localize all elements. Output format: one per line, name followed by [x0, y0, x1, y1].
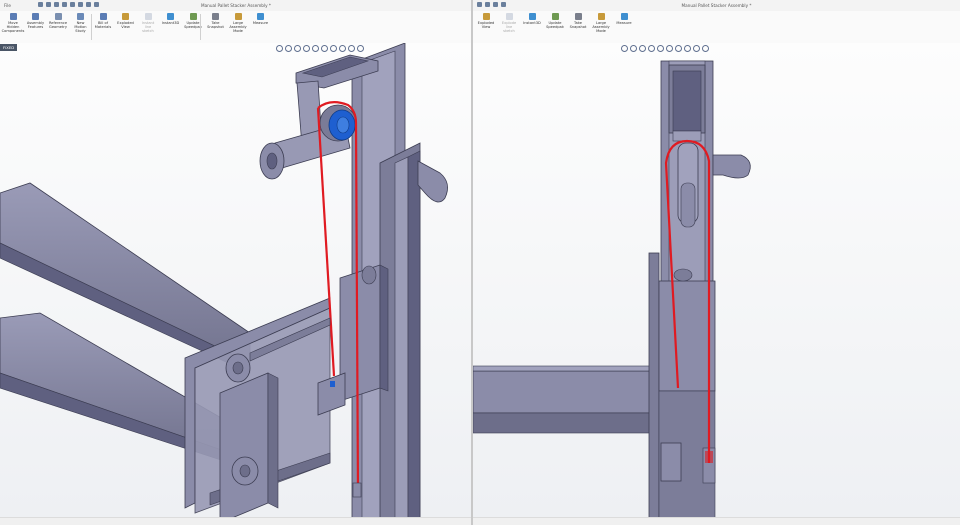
left-ribbon-label-6: Instant line sketch [141, 21, 155, 34]
left-ribbon-icon-3 [77, 13, 84, 20]
left-ribbon-label-0: Move Hidden Components [1, 21, 25, 34]
left-ribbon-label-3: New Motion Study [74, 21, 87, 34]
view-orientation-icon[interactable] [657, 45, 664, 52]
right-ribbon-label-4: Take Snapshot [569, 21, 587, 30]
handle-front [712, 154, 751, 179]
graphics-area-right[interactable] [473, 43, 960, 518]
fork-side-view [473, 370, 654, 414]
left-ribbon-icon-0 [9, 13, 17, 20]
appearance-icon[interactable] [684, 45, 691, 52]
left-ribbon-label-7: Instant3D [161, 21, 180, 25]
document-title: Manual Pallet Stacker Assembly * [200, 3, 271, 8]
view-settings-icon[interactable] [357, 45, 364, 52]
view-tab[interactable]: FIXED [0, 44, 18, 51]
lift-block [339, 264, 381, 402]
right-ribbon-label-1: Explode line sketch [501, 21, 517, 34]
right-ribbon-label-0: Exploded View [477, 21, 495, 30]
right-cad-window: Manual Pallet Stacker Assembly * Explode… [473, 0, 960, 525]
assembly-model-right[interactable] [473, 43, 960, 518]
scene-icon[interactable] [693, 45, 700, 52]
left-ribbon-icon-5 [122, 13, 129, 20]
command-manager: Move Hidden Components Assembly Features Refe… [0, 11, 472, 44]
right-ribbon-label-6: Measure [616, 21, 632, 25]
display-style-icon[interactable] [321, 45, 328, 52]
right-ribbon-button-6[interactable]: Measure [611, 13, 637, 25]
side-plate [219, 372, 269, 518]
right-ribbon-label-2: Instant3D [523, 21, 541, 25]
right-ribbon-label-3: Update Speedpak [546, 21, 564, 30]
left-ribbon-icon-1 [32, 13, 39, 20]
left-ribbon-label-11: Measure [252, 21, 269, 25]
left-ribbon-icon-2 [54, 13, 62, 20]
graphics-area-left[interactable] [0, 43, 472, 518]
document-title-right: Manual Pallet Stacker Assembly * [681, 3, 752, 8]
section-view-icon[interactable] [303, 45, 310, 52]
left-ribbon-icon-7 [167, 13, 174, 20]
assembly-model-left[interactable] [0, 43, 472, 518]
carriage-back-plate [648, 252, 660, 518]
right-ribbon-icon-1 [505, 13, 513, 20]
left-ribbon-icon-6 [144, 13, 152, 20]
left-ribbon-separator [91, 14, 92, 40]
status-bar-left [0, 517, 472, 525]
section-view-icon[interactable] [648, 45, 655, 52]
right-ribbon-icon-3 [551, 13, 559, 20]
left-cad-window: File Manual Pallet Stacker Assembly * Mo… [0, 0, 472, 525]
handle [417, 160, 448, 203]
right-ribbon-icon-5 [597, 13, 605, 20]
left-ribbon-icon-10 [234, 13, 242, 20]
right-ribbon-icon-0 [482, 13, 490, 20]
previous-view-icon[interactable] [294, 45, 301, 52]
right-ribbon-icon-4 [574, 13, 582, 20]
heads-up-toolbar-left [276, 45, 364, 52]
left-ribbon-separator [200, 14, 201, 40]
command-manager-right: Exploded View Explode line sketch Instant3D Up… [473, 11, 960, 44]
lift-block-front [658, 280, 716, 392]
previous-view-icon[interactable] [639, 45, 646, 52]
zoom-area-icon[interactable] [630, 45, 637, 52]
right-ribbon-label-5: Large Assembly Mode [592, 21, 610, 34]
display-style-icon[interactable] [666, 45, 673, 52]
view-settings-icon[interactable] [702, 45, 709, 52]
left-ribbon-icon-11 [257, 13, 264, 20]
hide-show-icon[interactable] [675, 45, 682, 52]
left-ribbon-label-2: Reference Geometry [48, 21, 68, 30]
left-ribbon-label-10: Large Assembly Mode [229, 21, 247, 34]
left-ribbon-button-11[interactable]: Measure [248, 13, 274, 25]
left-ribbon-label-1: Assembly Features [26, 21, 45, 30]
zoom-fit-icon[interactable] [276, 45, 283, 52]
scene-icon[interactable] [348, 45, 355, 52]
belt-clamp-front [660, 442, 682, 482]
left-ribbon-icon-8 [189, 13, 197, 20]
left-ribbon-icon-9 [212, 13, 219, 20]
zoom-area-icon[interactable] [285, 45, 292, 52]
hide-show-icon[interactable] [330, 45, 337, 52]
heads-up-toolbar-right [621, 45, 709, 52]
appearance-icon[interactable] [339, 45, 346, 52]
left-ribbon-label-4: Bill of Materials [94, 21, 112, 30]
left-ribbon-label-5: Exploded View [117, 21, 134, 30]
right-ribbon-icon-6 [620, 13, 628, 20]
left-ribbon-label-9: Take Snapshot [207, 21, 224, 30]
view-orientation-icon[interactable] [312, 45, 319, 52]
left-ribbon-icon-4 [99, 13, 107, 20]
right-ribbon-icon-2 [528, 13, 536, 20]
zoom-fit-icon[interactable] [621, 45, 628, 52]
status-bar-right [473, 517, 960, 525]
